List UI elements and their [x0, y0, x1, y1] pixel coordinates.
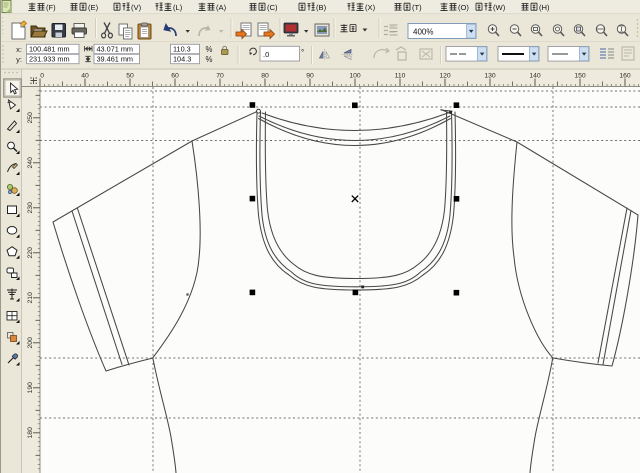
svg-text:(C): (C) [267, 3, 278, 12]
svg-text:80: 80 [261, 73, 269, 80]
svg-text:200: 200 [27, 337, 34, 349]
svg-text:100.481 mm: 100.481 mm [29, 45, 70, 54]
svg-text:210: 210 [27, 292, 34, 304]
svg-text:(O): (O) [458, 3, 469, 12]
svg-text:y:: y: [16, 55, 22, 64]
svg-text:%: % [206, 45, 213, 54]
svg-text:40: 40 [81, 73, 89, 80]
svg-text:110.3: 110.3 [173, 45, 191, 54]
svg-text:%: % [206, 55, 213, 64]
svg-text:231.933 mm: 231.933 mm [29, 55, 70, 64]
svg-text:(L): (L) [173, 3, 183, 12]
svg-text:120: 120 [439, 73, 451, 80]
svg-text:43.071 mm: 43.071 mm [97, 45, 134, 54]
svg-text:39.461 mm: 39.461 mm [97, 55, 134, 64]
svg-text:180: 180 [27, 427, 34, 439]
svg-text:190: 190 [27, 382, 34, 394]
svg-text:60: 60 [171, 73, 179, 80]
svg-text:°: ° [301, 48, 304, 57]
svg-text:220: 220 [27, 247, 34, 259]
svg-text:250: 250 [27, 112, 34, 124]
svg-text:(H): (H) [539, 3, 550, 12]
svg-text:140: 140 [529, 73, 541, 80]
svg-text:160: 160 [619, 73, 631, 80]
svg-text:0: 0 [40, 73, 44, 80]
svg-text:(F): (F) [46, 3, 56, 12]
svg-text:(X): (X) [365, 3, 376, 12]
svg-text:(W): (W) [493, 3, 506, 12]
svg-text:130: 130 [484, 73, 496, 80]
svg-text:70: 70 [216, 73, 224, 80]
svg-text:(B): (B) [316, 3, 327, 12]
svg-text:(E): (E) [88, 3, 99, 12]
svg-text:(T): (T) [412, 3, 422, 12]
svg-text:50: 50 [126, 73, 134, 80]
svg-text:150: 150 [574, 73, 586, 80]
svg-text:100: 100 [349, 73, 361, 80]
svg-text:400%: 400% [413, 28, 433, 37]
svg-text:230: 230 [27, 202, 34, 214]
svg-text:.0: .0 [263, 50, 269, 59]
svg-text:90: 90 [306, 73, 314, 80]
svg-text:(V): (V) [131, 3, 142, 12]
svg-text:240: 240 [27, 157, 34, 169]
svg-text:(A): (A) [216, 3, 227, 12]
svg-text:x:: x: [16, 45, 22, 54]
svg-text:104.3: 104.3 [173, 55, 191, 64]
svg-text:110: 110 [395, 73, 406, 80]
